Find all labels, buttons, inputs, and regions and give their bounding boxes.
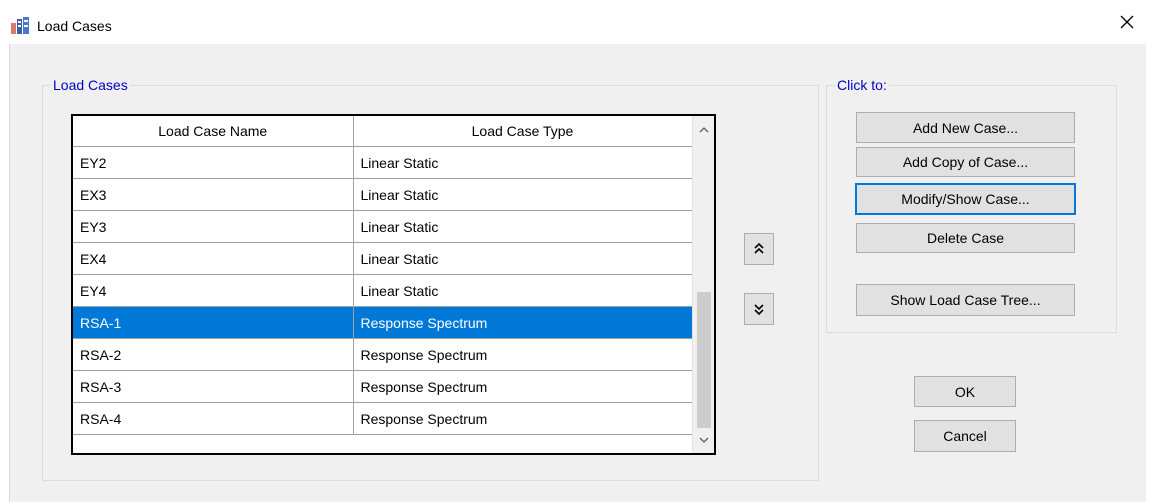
load-cases-legend: Load Cases — [53, 77, 128, 93]
table-row[interactable]: RSA-1 Response Spectrum — [73, 306, 693, 339]
column-header-type[interactable]: Load Case Type — [353, 116, 693, 147]
table-row[interactable]: EX4 Linear Static — [73, 242, 693, 275]
ok-button[interactable]: OK — [914, 376, 1016, 407]
chevron-up-icon — [699, 126, 709, 132]
load-cases-table[interactable]: Load Case Name Load Case Type EY2 Linear … — [71, 114, 716, 455]
table-row[interactable]: EY3 Linear Static — [73, 210, 693, 243]
cell-case-type[interactable]: Linear Static — [353, 274, 693, 307]
table-row[interactable]: EX3 Linear Static — [73, 178, 693, 211]
table-row[interactable]: RSA-3 Response Spectrum — [73, 370, 693, 403]
title-bar: Load Cases — [0, 0, 1154, 44]
move-up-button[interactable] — [744, 233, 774, 265]
cell-case-name[interactable]: EX3 — [73, 178, 354, 211]
add-copy-of-case-button[interactable]: Add Copy of Case... — [856, 147, 1075, 177]
delete-case-button[interactable]: Delete Case — [856, 223, 1075, 253]
cancel-button[interactable]: Cancel — [914, 420, 1016, 452]
double-chevron-up-icon — [754, 243, 764, 254]
cell-case-name[interactable]: RSA-3 — [73, 370, 354, 403]
table-row[interactable]: EY4 Linear Static — [73, 274, 693, 307]
scroll-up-arrow[interactable] — [693, 118, 714, 140]
cell-case-name[interactable]: RSA-4 — [73, 402, 354, 435]
table-scrollbar[interactable] — [692, 116, 714, 453]
cell-case-type[interactable]: Linear Static — [353, 210, 693, 243]
table-row[interactable]: RSA-2 Response Spectrum — [73, 338, 693, 371]
table-header-row: Load Case Name Load Case Type — [73, 116, 693, 147]
chevron-down-icon — [699, 437, 709, 443]
cell-case-name[interactable]: EY2 — [73, 146, 354, 179]
table-row[interactable]: EY2 Linear Static — [73, 146, 693, 179]
cell-case-name[interactable]: RSA-1 — [73, 306, 354, 339]
scroll-down-arrow[interactable] — [693, 429, 714, 451]
window-title: Load Cases — [37, 18, 112, 34]
close-button[interactable] — [1100, 0, 1154, 44]
table-row[interactable]: RSA-4 Response Spectrum — [73, 402, 693, 435]
scroll-thumb[interactable] — [697, 292, 711, 428]
cell-case-type[interactable]: Response Spectrum — [353, 370, 693, 403]
cell-case-type[interactable]: Linear Static — [353, 178, 693, 211]
cell-case-type[interactable]: Linear Static — [353, 242, 693, 275]
double-chevron-down-icon — [754, 304, 764, 315]
cell-case-type[interactable]: Linear Static — [353, 146, 693, 179]
cell-case-name[interactable]: EX4 — [73, 242, 354, 275]
add-new-case-button[interactable]: Add New Case... — [856, 112, 1075, 143]
cell-case-name[interactable]: EY4 — [73, 274, 354, 307]
show-load-case-tree-button[interactable]: Show Load Case Tree... — [856, 284, 1075, 316]
cell-case-name[interactable]: EY3 — [73, 210, 354, 243]
cell-case-type[interactable]: Response Spectrum — [353, 306, 693, 339]
column-header-name[interactable]: Load Case Name — [73, 116, 354, 147]
app-icon — [11, 17, 31, 34]
click-to-legend: Click to: — [837, 77, 887, 93]
modify-show-case-button[interactable]: Modify/Show Case... — [855, 183, 1076, 215]
cell-case-type[interactable]: Response Spectrum — [353, 338, 693, 371]
cell-case-name[interactable]: RSA-2 — [73, 338, 354, 371]
close-icon — [1120, 15, 1134, 29]
move-down-button[interactable] — [744, 293, 774, 325]
cell-case-type[interactable]: Response Spectrum — [353, 402, 693, 435]
